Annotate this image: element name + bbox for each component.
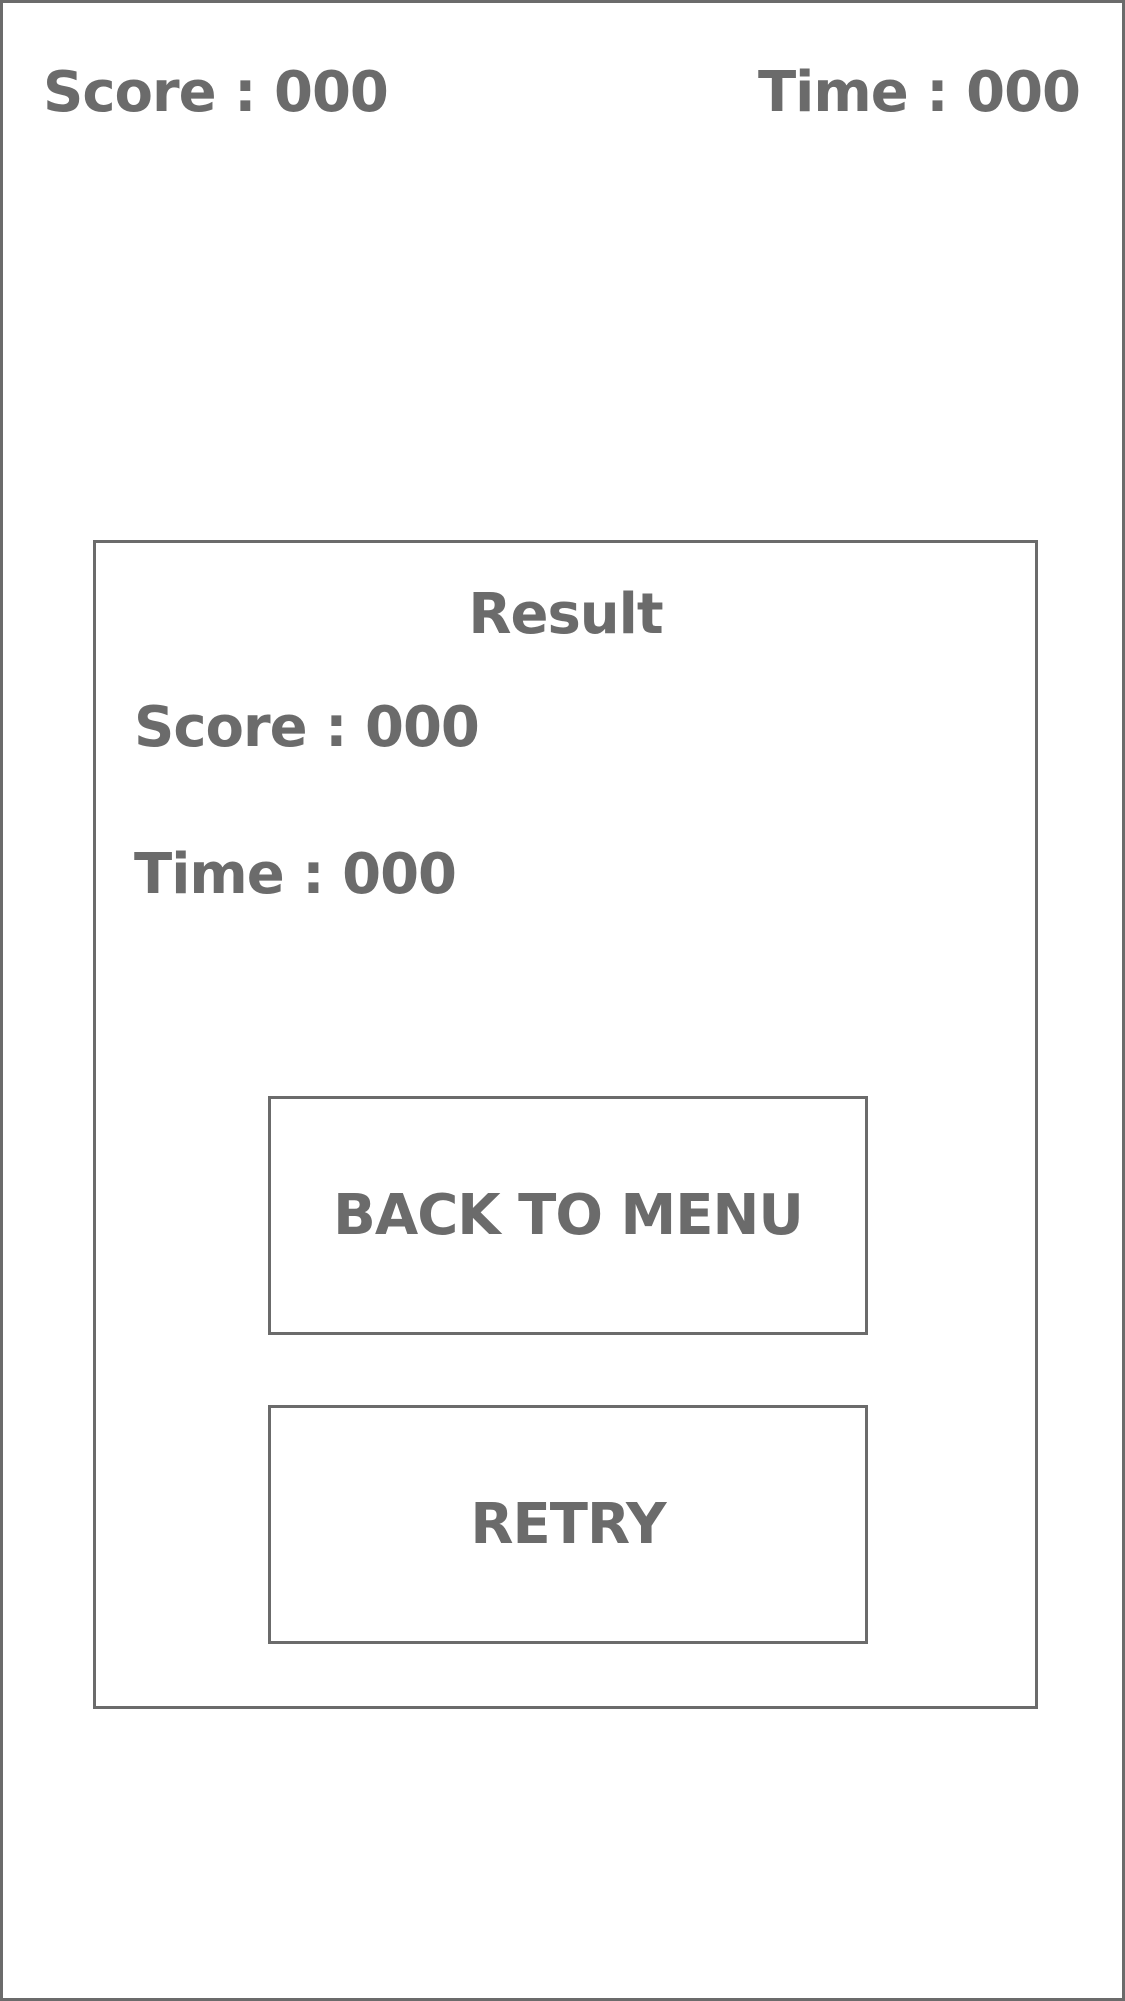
result-time: Time : 000 [134,842,457,907]
result-score: Score : 000 [134,695,480,760]
result-panel: Result Score : 000 Time : 000 BACK TO ME… [93,540,1038,1709]
back-to-menu-button[interactable]: BACK TO MENU [268,1096,868,1335]
hud-score: Score : 000 [43,60,389,125]
retry-button[interactable]: RETRY [268,1405,868,1644]
result-title: Result [468,582,663,647]
hud-time: Time : 000 [757,60,1081,125]
back-to-menu-label: BACK TO MENU [333,1183,804,1248]
screen-frame: Score : 000 Time : 000 Result Score : 00… [0,0,1125,2001]
retry-label: RETRY [470,1492,666,1557]
